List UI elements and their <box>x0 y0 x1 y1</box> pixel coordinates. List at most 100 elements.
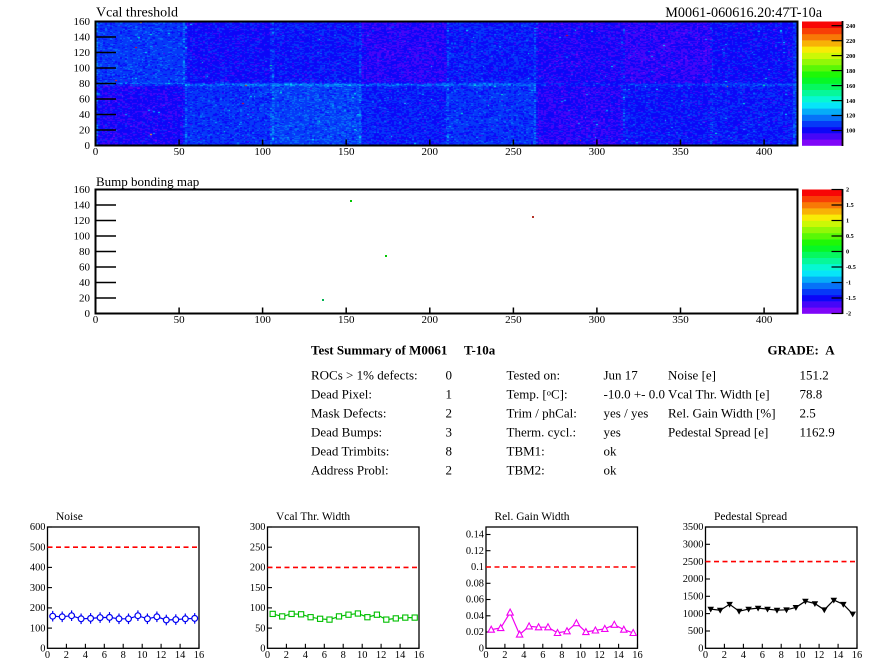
svg-text:1500: 1500 <box>683 592 704 603</box>
svg-text:50: 50 <box>255 623 265 634</box>
svg-text:Rel. Gain Width [%]: Rel. Gain Width [%] <box>668 405 776 420</box>
svg-text:500: 500 <box>688 626 704 637</box>
svg-text:8: 8 <box>341 650 346 661</box>
svg-text:8: 8 <box>559 650 564 661</box>
svg-text:16: 16 <box>414 650 424 661</box>
svg-text:40: 40 <box>79 109 91 121</box>
svg-text:150: 150 <box>338 314 355 326</box>
svg-text:2: 2 <box>64 650 69 661</box>
svg-text:2: 2 <box>284 650 289 661</box>
svg-text:Tested on:: Tested on: <box>507 367 561 382</box>
svg-text:250: 250 <box>505 314 522 326</box>
svg-text:14: 14 <box>175 650 186 661</box>
svg-text:0: 0 <box>483 650 488 661</box>
svg-text:12: 12 <box>594 650 604 661</box>
svg-text:400: 400 <box>756 146 773 158</box>
svg-text:Vcal threshold: Vcal threshold <box>96 6 178 21</box>
svg-text:14: 14 <box>613 650 624 661</box>
svg-text:Dead Pixel:: Dead Pixel: <box>311 386 372 401</box>
svg-text:100: 100 <box>846 128 855 135</box>
svg-text:0: 0 <box>846 249 849 256</box>
svg-text:1.5: 1.5 <box>846 202 854 209</box>
svg-text:Bump bonding map: Bump bonding map <box>96 174 199 189</box>
svg-text:200: 200 <box>846 53 855 60</box>
svg-text:60: 60 <box>79 93 91 105</box>
svg-text:250: 250 <box>505 146 522 158</box>
svg-text:150: 150 <box>250 583 266 594</box>
svg-text:80: 80 <box>79 78 91 90</box>
svg-text:16: 16 <box>852 650 862 661</box>
svg-text:100: 100 <box>74 62 91 74</box>
svg-text:600: 600 <box>30 522 46 533</box>
svg-text:0: 0 <box>93 314 99 326</box>
svg-text:0: 0 <box>45 650 50 661</box>
svg-text:200: 200 <box>250 563 266 574</box>
svg-text:3500: 3500 <box>683 522 704 533</box>
svg-text:2: 2 <box>446 405 453 420</box>
svg-text:1: 1 <box>446 386 453 401</box>
svg-text:1000: 1000 <box>683 609 704 620</box>
svg-text:T-10a: T-10a <box>464 342 496 357</box>
svg-text:-10.0 +- 0.0: -10.0 +- 0.0 <box>604 386 666 401</box>
svg-text:14: 14 <box>833 650 844 661</box>
svg-text:Temp. [oC]:: Temp. [oC]: <box>507 386 568 401</box>
svg-text:180: 180 <box>846 68 855 75</box>
svg-text:ok: ok <box>604 444 618 459</box>
svg-text:-1.5: -1.5 <box>846 295 856 302</box>
svg-text:Trim / phCal:: Trim / phCal: <box>507 405 577 420</box>
svg-text:50: 50 <box>174 314 186 326</box>
svg-text:0.02: 0.02 <box>466 627 484 638</box>
svg-text:120: 120 <box>74 215 91 227</box>
svg-text:ok: ok <box>604 463 618 478</box>
svg-text:12: 12 <box>814 650 824 661</box>
svg-text:140: 140 <box>846 98 855 105</box>
svg-text:8: 8 <box>446 444 453 459</box>
svg-text:0.1: 0.1 <box>471 562 484 573</box>
svg-text:Therm. cycl.:: Therm. cycl.: <box>507 425 577 440</box>
svg-text:10: 10 <box>357 650 367 661</box>
svg-text:-0.5: -0.5 <box>846 264 856 271</box>
svg-text:Noise [e]: Noise [e] <box>668 367 716 382</box>
svg-text:0.5: 0.5 <box>846 233 854 240</box>
svg-text:4: 4 <box>83 650 89 661</box>
svg-text:100: 100 <box>30 623 46 634</box>
svg-text:240: 240 <box>846 23 855 30</box>
svg-text:2.5: 2.5 <box>800 405 816 420</box>
svg-text:200: 200 <box>422 146 439 158</box>
svg-text:-1: -1 <box>846 280 851 287</box>
svg-text:TBM2:: TBM2: <box>507 463 545 478</box>
svg-text:2000: 2000 <box>683 574 704 585</box>
svg-text:2: 2 <box>846 187 849 194</box>
svg-text:2: 2 <box>722 650 727 661</box>
svg-text:4: 4 <box>521 650 527 661</box>
svg-text:Address Probl:: Address Probl: <box>311 463 389 478</box>
svg-text:220: 220 <box>846 38 855 45</box>
svg-text:GRADE: A: GRADE: A <box>768 342 836 357</box>
svg-text:Rel. Gain Width: Rel. Gain Width <box>495 511 570 523</box>
svg-text:400: 400 <box>756 314 773 326</box>
svg-text:20: 20 <box>79 124 91 136</box>
svg-text:yes: yes <box>604 425 621 440</box>
svg-text:M0061-060616.20:47T-10a: M0061-060616.20:47T-10a <box>665 5 822 21</box>
svg-text:Dead Bumps:: Dead Bumps: <box>311 425 382 440</box>
svg-text:12: 12 <box>376 650 386 661</box>
svg-text:40: 40 <box>79 277 91 289</box>
svg-text:1162.9: 1162.9 <box>800 425 835 440</box>
svg-text:Mask Defects:: Mask Defects: <box>311 405 386 420</box>
svg-text:Pedestal Spread: Pedestal Spread <box>714 511 787 523</box>
svg-text:2: 2 <box>446 463 453 478</box>
svg-text:TBM1:: TBM1: <box>507 444 545 459</box>
svg-text:14: 14 <box>395 650 406 661</box>
svg-text:Dead Trimbits:: Dead Trimbits: <box>311 444 389 459</box>
svg-text:6: 6 <box>102 650 107 661</box>
svg-text:0: 0 <box>703 650 708 661</box>
svg-text:-2: -2 <box>846 311 851 318</box>
svg-text:1: 1 <box>846 218 849 225</box>
svg-text:120: 120 <box>846 113 855 120</box>
svg-text:ROCs > 1% defects:: ROCs > 1% defects: <box>311 367 418 382</box>
svg-text:0: 0 <box>85 140 91 152</box>
svg-text:0.14: 0.14 <box>466 530 485 541</box>
svg-text:Pedestal Spread [e]: Pedestal Spread [e] <box>668 425 768 440</box>
svg-text:4: 4 <box>741 650 747 661</box>
svg-text:120: 120 <box>74 47 91 59</box>
